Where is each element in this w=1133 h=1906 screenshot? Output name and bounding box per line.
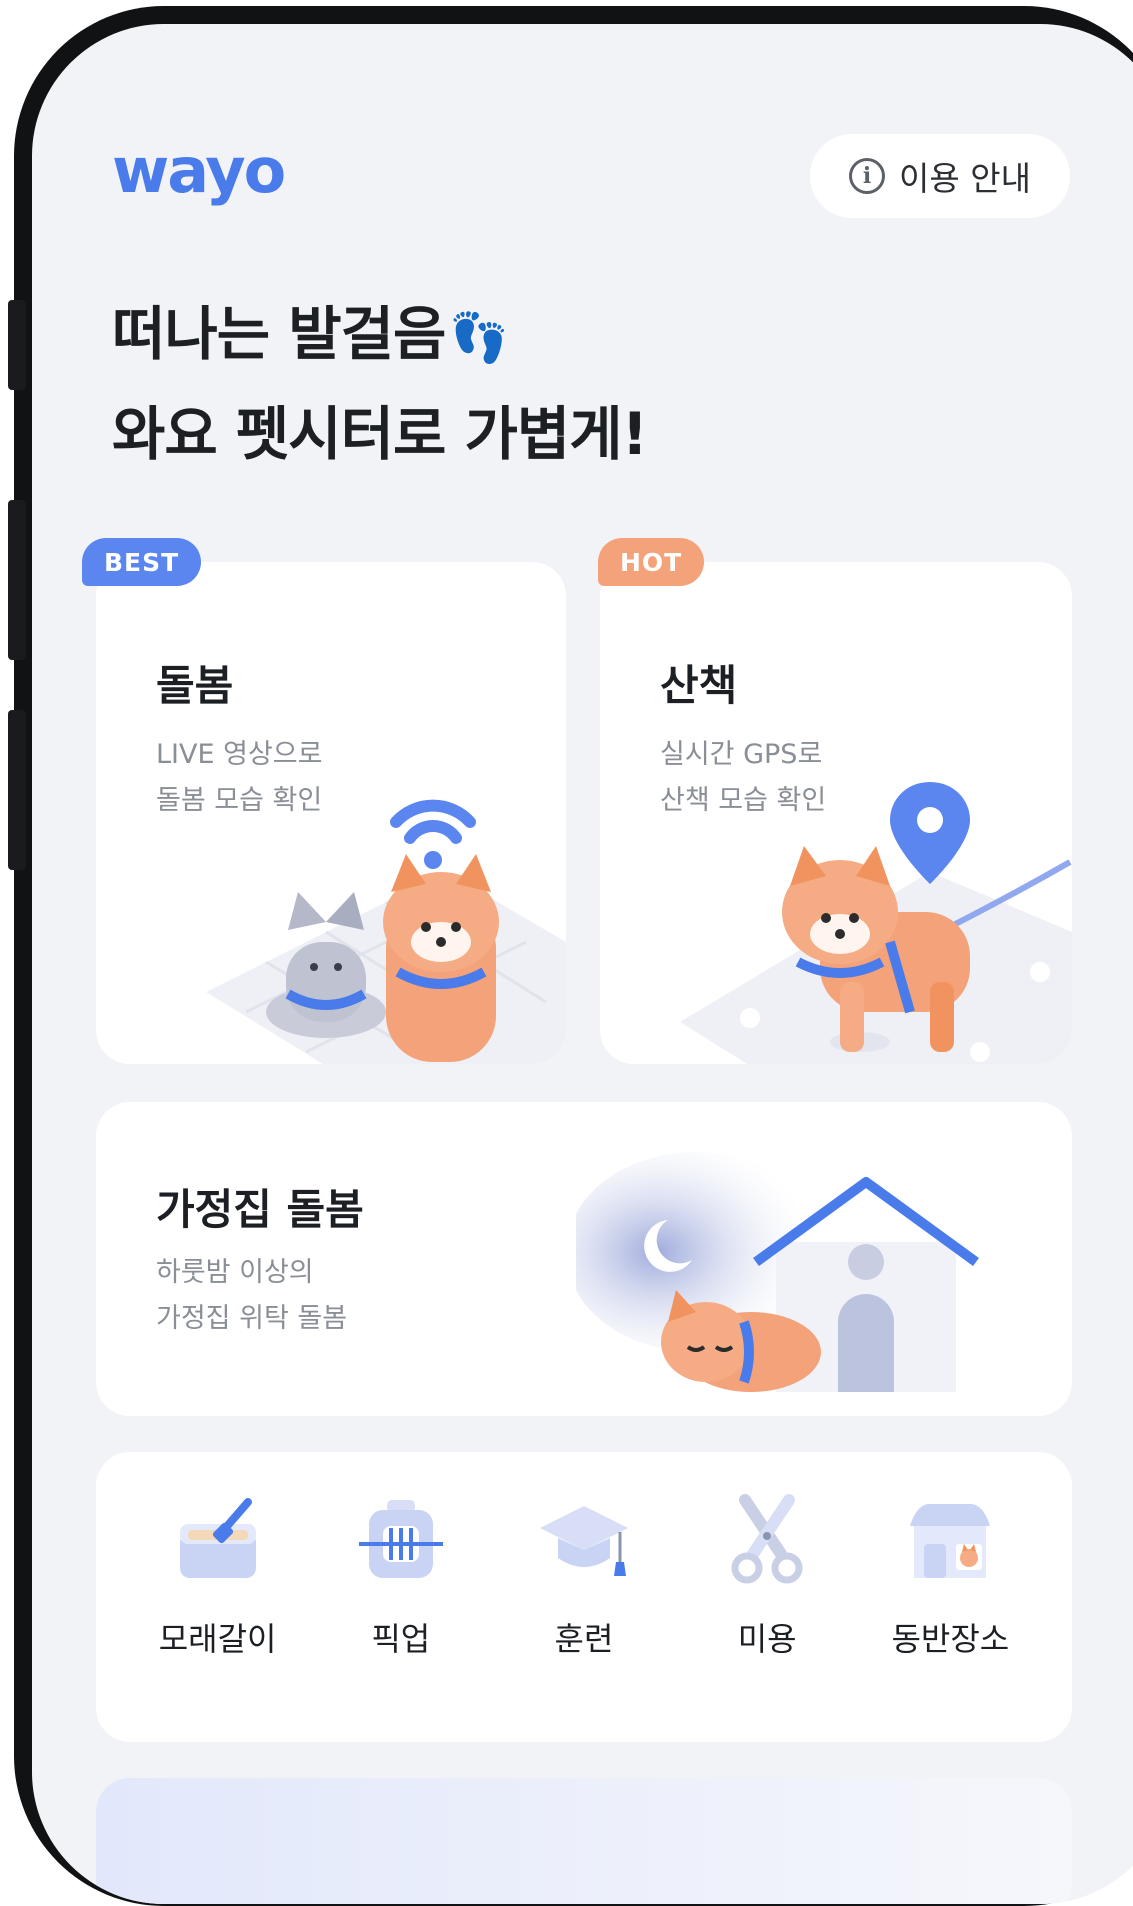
usage-guide-button[interactable]: i 이용 안내: [810, 134, 1070, 218]
scissors-icon: [731, 1494, 803, 1584]
service-grooming[interactable]: 미용: [682, 1492, 852, 1742]
hot-badge: HOT: [598, 538, 705, 586]
promo-banner-card[interactable]: [96, 1778, 1072, 1904]
phone-side-button: [8, 710, 26, 870]
care-illustration: [206, 799, 566, 1064]
service-label: 픽업: [371, 1620, 431, 1658]
app-screen: wayo i 이용 안내 떠나는 발걸음👣 와요 펫시터로 가볍게! 돌봄 LI…: [32, 24, 1133, 1904]
pet-carrier-icon: [358, 1500, 443, 1578]
graduation-cap-icon: [539, 1506, 628, 1576]
home-care-desc-line-2: 가정집 위탁 돌봄: [156, 1303, 348, 1334]
service-label: 미용: [737, 1620, 797, 1658]
extra-services-panel: 모래갈이 픽업 훈련 미용 동반장소: [96, 1452, 1072, 1742]
location-pin-icon: [890, 782, 970, 884]
info-icon: i: [849, 158, 886, 194]
wayo-logo[interactable]: wayo: [112, 134, 286, 207]
pet-friendly-store-icon: [910, 1504, 991, 1578]
home-care-card-description: 하룻밤 이상의 가정집 위탁 돌봄: [156, 1250, 347, 1342]
service-training[interactable]: 훈련: [499, 1492, 669, 1742]
home-care-illustration: [576, 1152, 979, 1392]
usage-guide-label: 이용 안내: [899, 159, 1031, 198]
care-service-card[interactable]: 돌봄 LIVE 영상으로 돌봄 모습 확인: [96, 562, 566, 1064]
service-label: 훈련: [554, 1620, 614, 1658]
headline-line-2: 와요 펫시터로 가볍게!: [112, 400, 648, 468]
service-pickup[interactable]: 픽업: [316, 1492, 486, 1742]
service-pet-friendly-places[interactable]: 동반장소: [865, 1492, 1035, 1742]
service-label: 모래갈이: [158, 1620, 277, 1658]
headline-line-1: 떠나는 발걸음: [112, 300, 446, 368]
best-badge: BEST: [82, 538, 202, 586]
care-card-title: 돌봄: [156, 661, 234, 710]
service-label: 동반장소: [891, 1620, 1010, 1658]
home-care-service-card[interactable]: 가정집 돌봄 하룻밤 이상의 가정집 위탁 돌봄: [96, 1102, 1072, 1416]
page-headline: 떠나는 발걸음👣 와요 펫시터로 가볍게!: [112, 286, 648, 482]
litter-box-icon: [179, 1498, 256, 1578]
walk-card-title: 산책: [660, 661, 738, 710]
walk-service-card[interactable]: 산책 실시간 GPS로 산책 모습 확인: [600, 562, 1072, 1064]
walk-illustration: [680, 782, 1072, 1064]
service-litter-change[interactable]: 모래갈이: [133, 1492, 303, 1742]
footprints-icon: 👣: [449, 310, 509, 366]
phone-side-button: [8, 500, 26, 660]
home-care-card-title: 가정집 돌봄: [156, 1185, 364, 1234]
home-care-desc-line-1: 하룻밤 이상의: [156, 1257, 314, 1288]
phone-side-button: [8, 300, 26, 390]
